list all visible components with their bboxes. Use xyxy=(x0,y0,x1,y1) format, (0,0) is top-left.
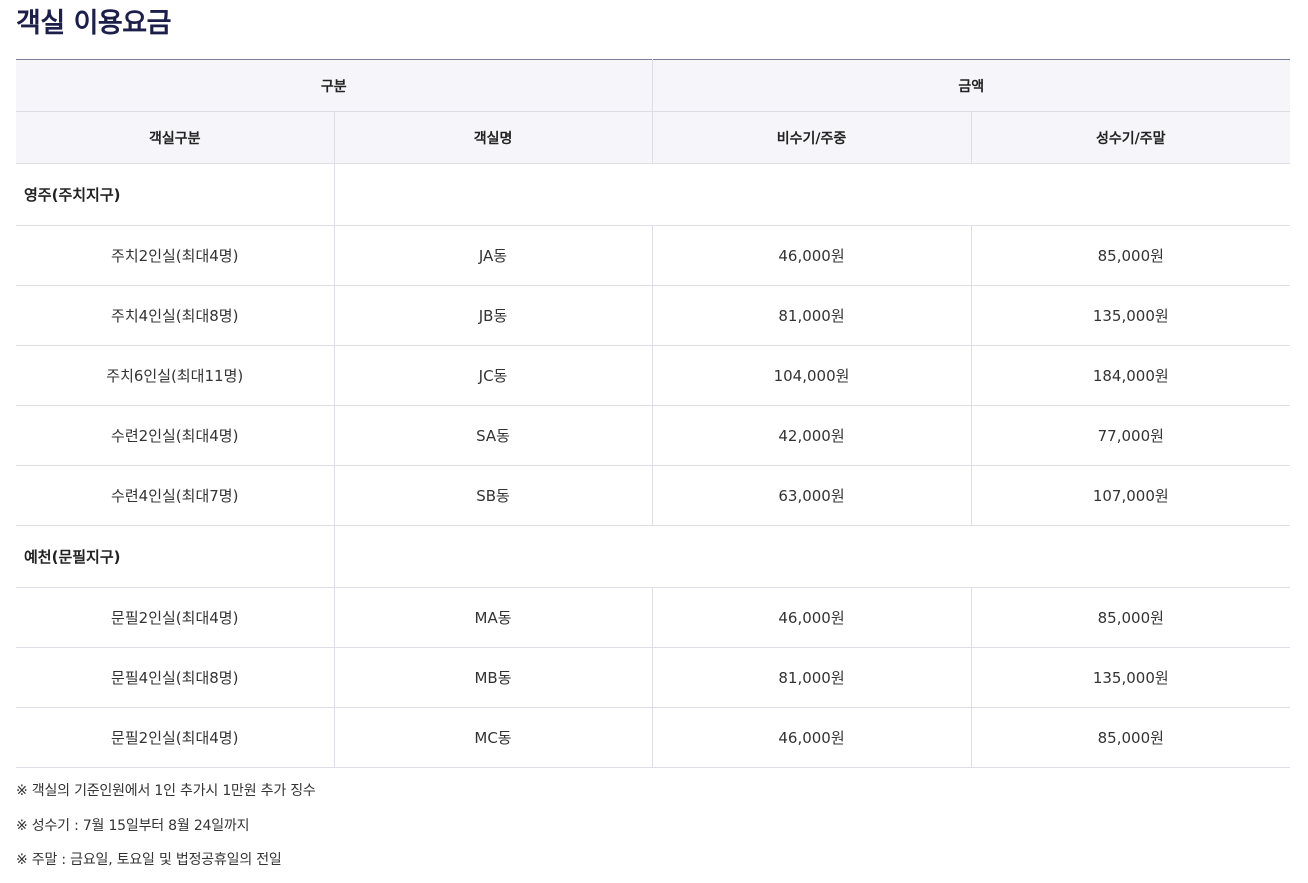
table-row: 주치4인실(최대8명) JB동 81,000원 135,000원 xyxy=(16,285,1291,346)
room-name-cell: MC동 xyxy=(333,707,653,768)
off-peak-price-cell: 42,000원 xyxy=(651,405,972,466)
peak-price-cell: 184,000원 xyxy=(970,345,1291,406)
peak-price-cell: 85,000원 xyxy=(970,707,1291,768)
room-type-cell: 주치4인실(최대8명) xyxy=(16,285,334,346)
table-row: 주치2인실(최대4명) JA동 46,000원 85,000원 xyxy=(16,225,1291,286)
group-name: 예천(문필지구) xyxy=(16,525,334,588)
room-type-cell: 문필2인실(최대4명) xyxy=(16,707,334,768)
off-peak-price-cell: 46,000원 xyxy=(651,225,972,286)
peak-price-cell: 107,000원 xyxy=(970,465,1291,526)
note-item: ※ 주말 : 금요일, 토요일 및 법정공휴일의 전일 xyxy=(16,852,282,868)
header-category: 구분 xyxy=(16,59,653,112)
off-peak-price-cell: 81,000원 xyxy=(651,285,972,346)
room-name-cell: JC동 xyxy=(333,345,653,406)
off-peak-price-cell: 46,000원 xyxy=(651,707,972,768)
page-title: 객실 이용요금 xyxy=(16,8,171,39)
room-type-cell: 수련2인실(최대4명) xyxy=(16,405,334,466)
room-type-cell: 문필2인실(최대4명) xyxy=(16,587,334,648)
group-row-yeongju: 영주(주치지구) xyxy=(16,163,1291,226)
table-row: 문필4인실(최대8명) MB동 81,000원 135,000원 xyxy=(16,647,1291,708)
off-peak-price-cell: 63,000원 xyxy=(651,465,972,526)
group-spacer xyxy=(333,525,1291,588)
header-off-peak: 비수기/주중 xyxy=(651,111,972,164)
peak-price-cell: 85,000원 xyxy=(970,225,1291,286)
room-name-cell: MA동 xyxy=(333,587,653,648)
group-name: 영주(주치지구) xyxy=(16,163,334,226)
room-type-cell: 문필4인실(최대8명) xyxy=(16,647,334,708)
peak-price-cell: 135,000원 xyxy=(970,285,1291,346)
room-name-cell: JA동 xyxy=(333,225,653,286)
header-amount: 금액 xyxy=(651,59,1291,112)
table-row: 주치6인실(최대11명) JC동 104,000원 184,000원 xyxy=(16,345,1291,406)
room-name-cell: MB동 xyxy=(333,647,653,708)
table-row: 수련2인실(최대4명) SA동 42,000원 77,000원 xyxy=(16,405,1291,466)
notes-list: ※ 객실의 기준인원에서 1인 추가시 1만원 추가 징수 ※ 성수기 : 7월… xyxy=(16,776,316,880)
header-room-type: 객실구분 xyxy=(16,111,334,164)
note-item: ※ 성수기 : 7월 15일부터 8월 24일까지 xyxy=(16,817,250,834)
room-name-cell: SB동 xyxy=(333,465,653,526)
room-type-cell: 주치6인실(최대11명) xyxy=(16,345,334,406)
header-room-name: 객실명 xyxy=(333,111,653,164)
off-peak-price-cell: 81,000원 xyxy=(651,647,972,708)
peak-price-cell: 77,000원 xyxy=(970,405,1291,466)
table-row: 수련4인실(최대7명) SB동 63,000원 107,000원 xyxy=(16,465,1291,526)
room-type-cell: 수련4인실(최대7명) xyxy=(16,465,334,526)
off-peak-price-cell: 46,000원 xyxy=(651,587,972,648)
room-name-cell: SA동 xyxy=(333,405,653,466)
note-item: ※ 객실의 기준인원에서 1인 추가시 1만원 추가 징수 xyxy=(16,783,316,799)
off-peak-price-cell: 104,000원 xyxy=(651,345,972,406)
peak-price-cell: 85,000원 xyxy=(970,587,1291,648)
table-header-row-sub: 객실구분 객실명 비수기/주중 성수기/주말 xyxy=(16,111,1291,164)
header-peak: 성수기/주말 xyxy=(970,111,1291,164)
peak-price-cell: 135,000원 xyxy=(970,647,1291,708)
room-name-cell: JB동 xyxy=(333,285,653,346)
table-row: 문필2인실(최대4명) MC동 46,000원 85,000원 xyxy=(16,707,1291,768)
room-rates-table: 구분 금액 객실구분 객실명 비수기/주중 성수기/주말 영주(주치지구) 주치… xyxy=(16,59,1291,768)
table-header-row-top: 구분 금액 xyxy=(16,59,1291,112)
group-row-yecheon: 예천(문필지구) xyxy=(16,525,1291,588)
group-spacer xyxy=(333,163,1291,226)
table-row: 문필2인실(최대4명) MA동 46,000원 85,000원 xyxy=(16,587,1291,648)
room-type-cell: 주치2인실(최대4명) xyxy=(16,225,334,286)
